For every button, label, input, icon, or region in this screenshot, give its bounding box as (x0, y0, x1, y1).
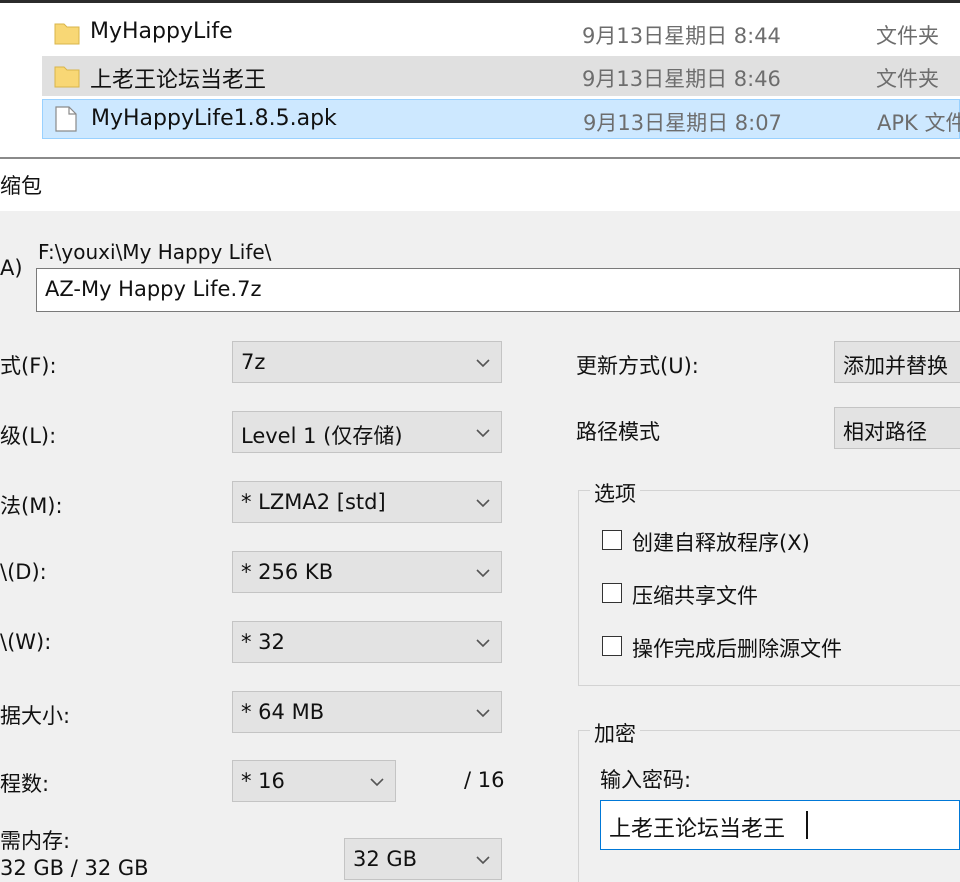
path-mode-label: 路径模式 (576, 420, 660, 444)
chevron-down-icon (476, 499, 490, 508)
memory-value: 32 GB (353, 847, 418, 871)
update-mode-value: 添加并替换 (843, 354, 948, 378)
chevron-down-icon (370, 778, 384, 787)
dictionary-select[interactable]: * 256 KB (232, 551, 502, 593)
dictionary-value: * 256 KB (241, 560, 334, 584)
format-value: 7z (241, 350, 266, 374)
archive-name-value: AZ-My Happy Life.7z (45, 277, 262, 301)
file-row-apk[interactable]: MyHappyLife1.8.5.apk 9月13日星期日 8:07 APK 文… (42, 99, 960, 139)
file-type: APK 文件 (877, 111, 960, 135)
threads-max: / 16 (464, 768, 505, 792)
dictionary-label: \(D): (0, 560, 47, 584)
block-size-value: * 64 MB (241, 700, 325, 724)
file-name: MyHappyLife (90, 19, 233, 44)
format-label: 式(F): (0, 354, 57, 378)
delete-after-checkbox[interactable] (602, 636, 622, 656)
memory-usage: 32 GB / 32 GB (0, 856, 149, 880)
memory-select[interactable]: 32 GB (344, 838, 502, 880)
method-value: * LZMA2 [std] (241, 490, 386, 514)
path-mode-select[interactable]: 相对路径 (834, 407, 960, 449)
word-size-select[interactable]: * 32 (232, 621, 502, 663)
update-mode-label: 更新方式(U): (576, 354, 699, 378)
level-select[interactable]: Level 1 (仅存储) (232, 411, 502, 453)
memory-label: 需内存: (0, 829, 71, 853)
block-size-label: 据大小: (0, 704, 71, 728)
update-mode-select[interactable]: 添加并替换 (834, 341, 960, 383)
method-select[interactable]: * LZMA2 [std] (232, 481, 502, 523)
encryption-title: 加密 (590, 718, 640, 748)
password-label: 输入密码: (600, 768, 692, 792)
threads-label: 程数: (0, 772, 50, 796)
file-row-myhappylife[interactable]: MyHappyLife 9月13日星期日 8:44 文件夹 (42, 13, 960, 53)
chevron-down-icon (476, 639, 490, 648)
level-value: Level 1 (仅存储) (241, 424, 403, 448)
dialog-titlebar (0, 159, 960, 211)
password-input[interactable]: 上老王论坛当老王 (600, 800, 960, 850)
folder-icon (54, 23, 80, 45)
chevron-down-icon (476, 359, 490, 368)
password-value: 上老王论坛当老王 (609, 817, 786, 842)
create-sfx-label: 创建自释放程序(X) (632, 531, 810, 555)
options-title: 选项 (590, 478, 640, 508)
level-label: 级(L): (0, 424, 57, 448)
method-label: 法(M): (0, 494, 63, 518)
file-type: 文件夹 (876, 67, 939, 91)
archive-name-input[interactable]: AZ-My Happy Life.7z (36, 268, 960, 312)
chevron-down-icon (476, 569, 490, 578)
file-date: 9月13日星期日 8:07 (583, 111, 782, 135)
chevron-down-icon (476, 856, 490, 865)
chevron-down-icon (476, 429, 490, 438)
path-mode-value: 相对路径 (843, 420, 927, 444)
compress-shared-label: 压缩共享文件 (632, 584, 758, 608)
archive-path: F:\youxi\My Happy Life\ (38, 240, 272, 264)
file-date: 9月13日星期日 8:46 (582, 67, 781, 91)
file-type: 文件夹 (876, 24, 939, 48)
file-row-laowang[interactable]: 上老王论坛当老王 9月13日星期日 8:46 文件夹 (42, 56, 960, 96)
chevron-down-icon (476, 709, 490, 718)
compress-shared-checkbox[interactable] (602, 583, 622, 603)
file-name: MyHappyLife1.8.5.apk (91, 106, 337, 131)
window-edge (0, 0, 960, 3)
dialog-title: 缩包 (0, 174, 42, 198)
text-caret (806, 811, 808, 839)
folder-icon (54, 66, 80, 88)
delete-after-label: 操作完成后删除源文件 (632, 637, 842, 661)
format-select[interactable]: 7z (232, 341, 502, 383)
file-date: 9月13日星期日 8:44 (582, 24, 781, 48)
file-icon (55, 106, 77, 132)
word-size-label: \(W): (0, 630, 52, 654)
block-size-select[interactable]: * 64 MB (232, 691, 502, 733)
create-sfx-checkbox[interactable] (602, 530, 622, 550)
threads-value: * 16 (241, 769, 285, 793)
file-name: 上老王论坛当老王 (90, 68, 267, 93)
archive-label: A) (0, 256, 23, 280)
word-size-value: * 32 (241, 630, 285, 654)
threads-select[interactable]: * 16 (232, 760, 396, 802)
